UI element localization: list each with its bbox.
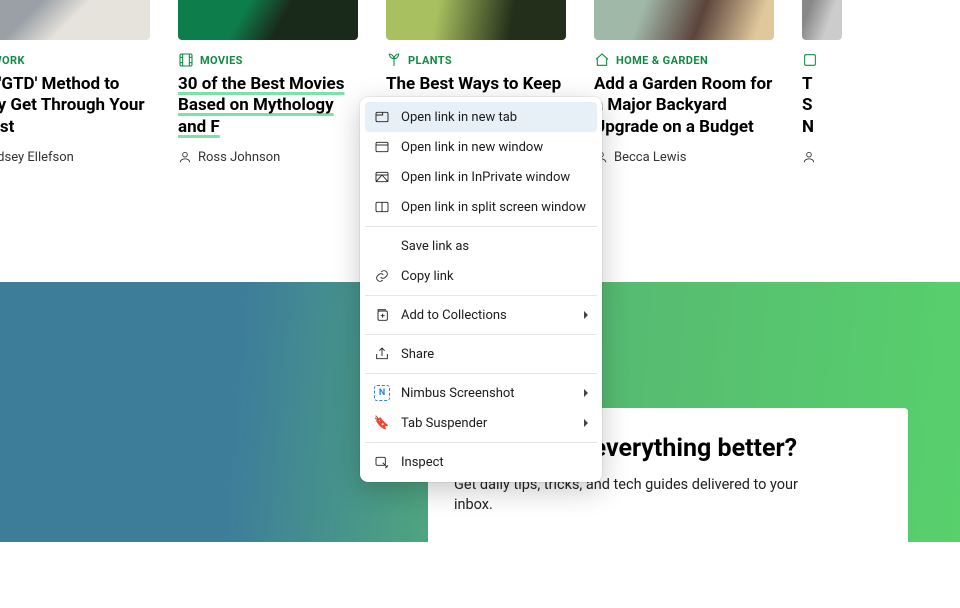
ctx-label: Open link in new tab [401, 110, 588, 125]
author-row[interactable]: Becca Lewis [594, 150, 774, 165]
article-thumbnail[interactable] [0, 0, 150, 40]
article-thumbnail[interactable] [594, 0, 774, 40]
ctx-separator [365, 295, 597, 296]
ctx-label: Save link as [401, 239, 588, 254]
ctx-add-collections[interactable]: Add to Collections [365, 300, 597, 330]
ctx-copy-link[interactable]: Copy link [365, 261, 597, 291]
category-label: WORK [0, 54, 25, 67]
ctx-label: Tab Suspender [401, 416, 573, 431]
split-icon [374, 199, 390, 215]
submenu-arrow-icon [584, 419, 588, 427]
submenu-arrow-icon [584, 311, 588, 319]
ctx-open-new-tab[interactable]: Open link in new tab [365, 102, 597, 132]
category-label: MOVIES [200, 54, 243, 67]
share-icon [374, 346, 390, 362]
author-row[interactable] [802, 150, 842, 164]
category-row[interactable] [802, 52, 842, 68]
category-row[interactable]: WORK [0, 52, 150, 68]
article-card[interactable]: WORK the 'GTD' Method to ually Get Throu… [0, 0, 150, 165]
ctx-open-split[interactable]: Open link in split screen window [365, 192, 597, 222]
article-thumbnail[interactable] [386, 0, 566, 40]
ctx-label: Share [401, 347, 588, 362]
inprivate-icon [374, 169, 390, 185]
article-title[interactable]: Add a Garden Room for a Major Backyard U… [594, 74, 774, 138]
article-title[interactable]: the 'GTD' Method to ually Get Through Yo… [0, 74, 150, 138]
film-icon [178, 52, 194, 68]
ctx-separator [365, 334, 597, 335]
plant-icon [386, 52, 402, 68]
tab-icon [374, 109, 390, 125]
ctx-label: Open link in InPrivate window [401, 170, 588, 185]
ctx-inspect[interactable]: Inspect [365, 447, 597, 477]
article-title[interactable]: T S N [802, 74, 842, 138]
ctx-label: Copy link [401, 269, 588, 284]
category-label: PLANTS [408, 54, 452, 67]
generic-icon [802, 52, 818, 68]
category-row[interactable]: PLANTS [386, 52, 566, 68]
collections-icon [374, 307, 390, 323]
article-thumbnail[interactable] [802, 0, 842, 40]
ctx-open-new-window[interactable]: Open link in new window [365, 132, 597, 162]
article-card[interactable]: T S N [802, 0, 842, 165]
ctx-tab-suspender[interactable]: 🔖 Tab Suspender [365, 408, 597, 438]
ctx-open-inprivate[interactable]: Open link in InPrivate window [365, 162, 597, 192]
tab-suspender-icon: 🔖 [374, 415, 390, 431]
ctx-label: Add to Collections [401, 308, 573, 323]
article-title[interactable]: 30 of the Best Movies Based on Mythology… [178, 74, 358, 138]
ctx-separator [365, 373, 597, 374]
ctx-share[interactable]: Share [365, 339, 597, 369]
article-thumbnail[interactable] [178, 0, 358, 40]
category-label: HOME & GARDEN [616, 54, 708, 67]
ctx-label: Open link in split screen window [401, 200, 588, 215]
window-icon [374, 139, 390, 155]
inspect-icon [374, 454, 390, 470]
nimbus-icon: N [374, 385, 390, 401]
ctx-separator [365, 442, 597, 443]
category-row[interactable]: HOME & GARDEN [594, 52, 774, 68]
ctx-nimbus[interactable]: N Nimbus Screenshot [365, 378, 597, 408]
person-icon [178, 150, 192, 164]
ctx-label: Inspect [401, 455, 588, 470]
home-icon [594, 52, 610, 68]
category-row[interactable]: MOVIES [178, 52, 358, 68]
author-row[interactable]: ndsey Ellefson [0, 150, 150, 165]
person-icon [802, 150, 816, 164]
article-card[interactable]: MOVIES 30 of the Best Movies Based on My… [178, 0, 358, 165]
author-row[interactable]: Ross Johnson [178, 150, 358, 165]
submenu-arrow-icon [584, 389, 588, 397]
link-icon [374, 268, 390, 284]
ctx-save-link-as[interactable]: Save link as [365, 231, 597, 261]
context-menu: Open link in new tab Open link in new wi… [360, 97, 602, 482]
author-name: ndsey Ellefson [0, 150, 74, 165]
author-name: Ross Johnson [198, 150, 280, 165]
ctx-label: Open link in new window [401, 140, 588, 155]
ctx-label: Nimbus Screenshot [401, 386, 573, 401]
article-card[interactable]: HOME & GARDEN Add a Garden Room for a Ma… [594, 0, 774, 165]
ctx-separator [365, 226, 597, 227]
author-name: Becca Lewis [614, 150, 686, 165]
